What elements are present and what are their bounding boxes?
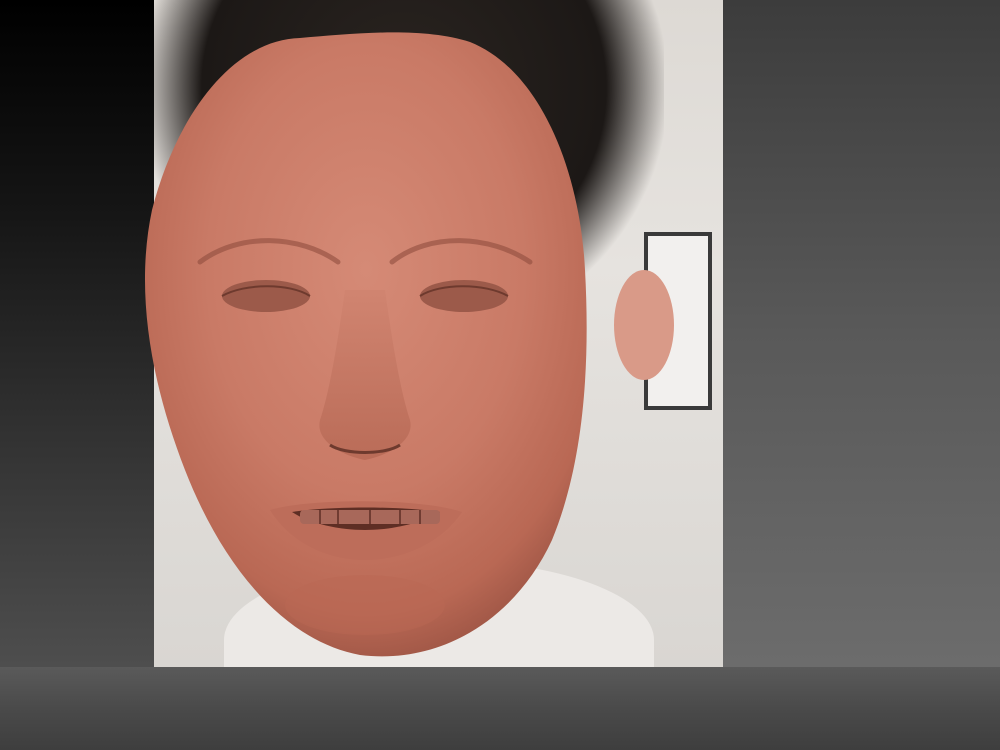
- eye-socket-left: [222, 280, 310, 312]
- sculpt-face-mesh[interactable]: [0, 0, 1000, 750]
- eye-socket-right: [420, 280, 508, 312]
- chin: [285, 575, 445, 635]
